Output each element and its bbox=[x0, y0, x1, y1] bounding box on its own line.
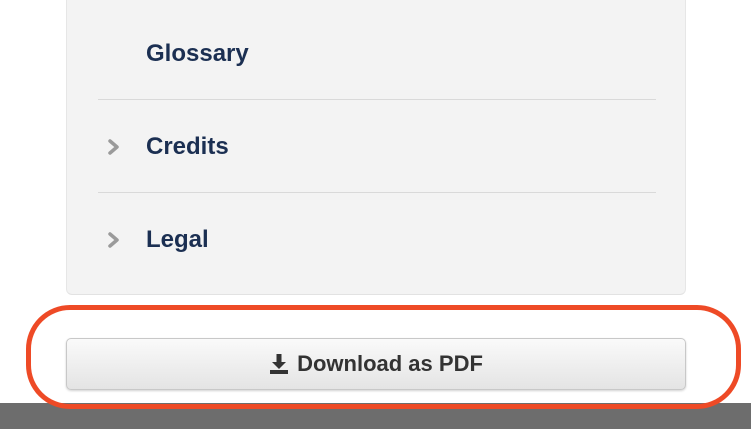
nav-item-label: Legal bbox=[146, 226, 209, 253]
nav-item-label: Credits bbox=[146, 133, 229, 160]
nav-item-glossary[interactable]: Glossary bbox=[98, 8, 656, 100]
nav-item-legal[interactable]: Legal bbox=[98, 194, 656, 286]
nav-item-credits[interactable]: Credits bbox=[98, 101, 656, 193]
chevron-right-icon bbox=[98, 225, 128, 255]
nav-divider bbox=[98, 192, 656, 193]
download-pdf-label: Download as PDF bbox=[297, 351, 483, 376]
download-pdf-button[interactable]: Download as PDF bbox=[66, 338, 686, 390]
page-footer-bar bbox=[0, 403, 751, 429]
download-icon bbox=[269, 353, 289, 375]
chevron-right-icon bbox=[98, 132, 128, 162]
navigation-panel: Glossary Credits Legal bbox=[66, 0, 686, 295]
nav-divider bbox=[98, 99, 656, 100]
nav-item-label: Glossary bbox=[146, 40, 249, 67]
